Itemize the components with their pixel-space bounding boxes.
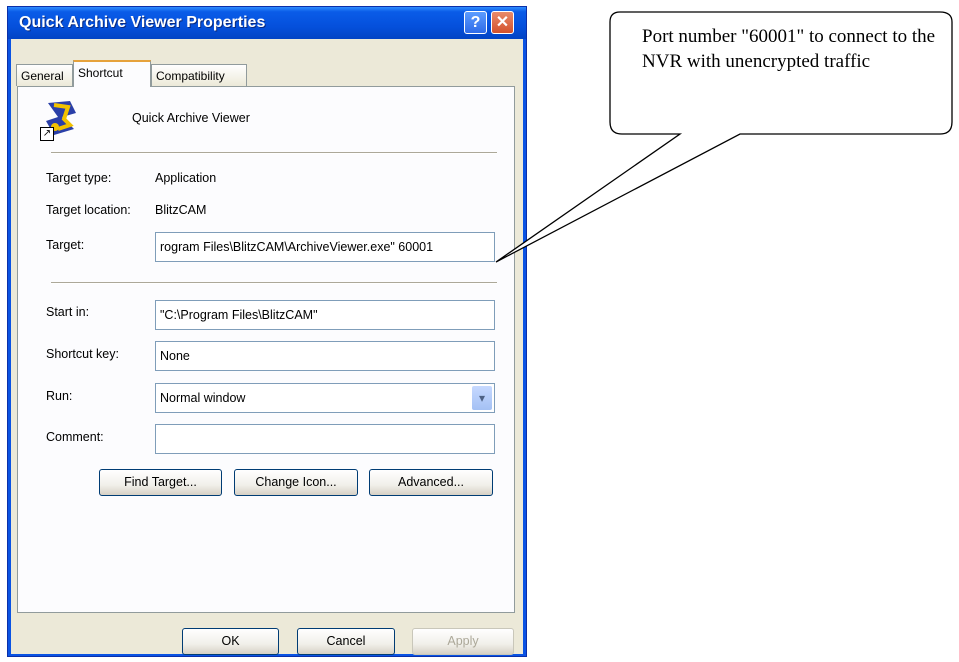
tab-shortcut[interactable]: Shortcut bbox=[73, 60, 151, 87]
callout-text: Port number "60001" to connect to the NV… bbox=[642, 26, 936, 72]
callout-bubble bbox=[495, 11, 953, 263]
tab-label: Shortcut bbox=[78, 66, 123, 80]
